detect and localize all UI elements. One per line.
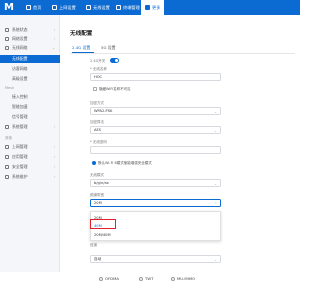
chevron-right-icon: › (53, 155, 55, 159)
ssid-label: * 无线名称 (90, 67, 107, 71)
nav-tab-home[interactable]: 首页 (22, 0, 45, 15)
sidebar-item-app-manage[interactable]: 应用管理 › (0, 153, 60, 161)
wpa3-radio[interactable] (92, 161, 96, 165)
wpa3-label: 默认Wi-Fi 6模式使能增强安全模式 (98, 161, 152, 165)
manage-icon (5, 145, 9, 149)
option-mu-mimo[interactable]: MU-MIMO (171, 276, 195, 281)
sidebar-subitem-wireless-config[interactable]: 无线配置 (0, 55, 60, 63)
bandwidth-select[interactable]: 20M ⌃ (90, 199, 221, 207)
mode-select[interactable]: b/g/n/ax ⌄ (90, 179, 221, 187)
nav-tab-devices[interactable]: 终端管理 (112, 0, 144, 15)
chevron-down-icon: ⌄ (214, 128, 217, 133)
sidebar-item-network[interactable]: 网络设置 › (0, 35, 60, 43)
more-icon (145, 5, 150, 10)
chevron-right-icon: › (53, 145, 55, 149)
mode-label: 无线模式 (90, 173, 104, 177)
status-icon (5, 28, 9, 32)
sidebar-item-maintenance[interactable]: 系统维护 › (0, 173, 60, 181)
wifi-switch-label: 2.4G开关 (90, 59, 106, 63)
chevron-up-icon: ⌃ (214, 201, 217, 206)
shield-icon (5, 165, 9, 169)
sidebar-item-system[interactable]: 系统管理 › (0, 123, 60, 131)
hide-ssid-label: 隐藏WiFi名称不可见 (99, 87, 131, 91)
sidebar-subitem-signal[interactable]: 信号管理 (0, 113, 60, 121)
app-icon (5, 155, 9, 159)
nav-tab-more[interactable]: 更多 (141, 0, 165, 15)
wifi-icon (86, 5, 91, 10)
chevron-right-icon: › (53, 175, 55, 179)
bandwidth-label: 频道带宽 (90, 193, 104, 197)
device-icon (116, 5, 121, 10)
password-label: * 无线密码 (90, 140, 107, 144)
dropdown-option-20m-40m[interactable]: 20M/40M (91, 231, 222, 238)
tabs-divider (70, 53, 295, 54)
sidebar-item-internet-manage[interactable]: 上网管理 › (0, 143, 60, 151)
sidebar-subitem-guest[interactable]: 访客网络 (0, 65, 60, 73)
option-ofdma[interactable]: OFDMA (99, 276, 119, 281)
hide-ssid-checkbox[interactable] (93, 87, 97, 91)
nav-tab-internet[interactable]: 上网设置 (48, 0, 80, 15)
sidebar-section-mesh: Mesh (5, 86, 15, 90)
chevron-down-icon: ⌄ (52, 46, 55, 50)
top-navigation-bar: M 首页 上网设置 无线设置 终端管理 更多 (0, 0, 300, 15)
sidebar-subitem-accelerate[interactable]: 智能加速 (0, 103, 60, 111)
network-icon (5, 37, 9, 41)
sidebar-subitem-access[interactable]: 接入控制 (0, 93, 60, 101)
sidebar-item-security[interactable]: 安全管理 › (0, 163, 60, 171)
chevron-down-icon: ⌄ (214, 257, 217, 262)
option-twt[interactable]: TWT (139, 276, 153, 281)
wifi-icon (5, 46, 9, 50)
encrypt-select[interactable]: AES ⌄ (90, 126, 221, 134)
tab-2g[interactable]: 2.4G 设置 (72, 45, 90, 51)
selection-highlight-box (90, 219, 116, 229)
ssid-input[interactable]: HOC (90, 73, 221, 81)
chevron-right-icon: › (53, 37, 55, 41)
page-title: 无线配置 (70, 31, 93, 37)
sidebar-item-status[interactable]: 系统状态 › (0, 26, 60, 34)
radio-icon (99, 276, 103, 281)
brand-logo: M (4, 2, 14, 13)
password-input[interactable] (90, 146, 221, 154)
channel-select[interactable]: 自动 ⌄ (90, 255, 221, 263)
nav-tab-wireless[interactable]: 无线设置 (82, 0, 114, 15)
globe-icon (52, 5, 57, 10)
encrypt-label: 加密算法 (90, 120, 104, 124)
security-select[interactable]: WPA2-PSK ⌄ (90, 107, 221, 115)
home-icon (26, 5, 31, 10)
wifi-switch-toggle[interactable] (110, 58, 119, 63)
tool-icon (5, 175, 9, 179)
chevron-right-icon: › (53, 125, 55, 129)
sidebar-section-other: 其他 (5, 136, 12, 140)
chevron-right-icon: › (53, 28, 55, 32)
radio-icon (139, 276, 143, 281)
chevron-right-icon: › (53, 165, 55, 169)
gear-icon (5, 125, 9, 129)
channel-label: 信道 (90, 243, 97, 247)
toggle-knob (114, 58, 119, 63)
tab-5g[interactable]: 5G 设置 (101, 45, 116, 51)
sidebar-subitem-advanced[interactable]: 高级设置 (0, 75, 60, 83)
sidebar: 系统状态 › 网络设置 › 无线网络 ⌄ 无线配置 访客网络 高级设置 Mesh… (0, 15, 60, 272)
sidebar-item-wireless[interactable]: 无线网络 ⌄ (0, 44, 60, 52)
chevron-down-icon: ⌄ (214, 109, 217, 114)
chevron-down-icon: ⌄ (214, 181, 217, 186)
security-label: 加密方式 (90, 101, 104, 105)
radio-icon (171, 276, 175, 281)
